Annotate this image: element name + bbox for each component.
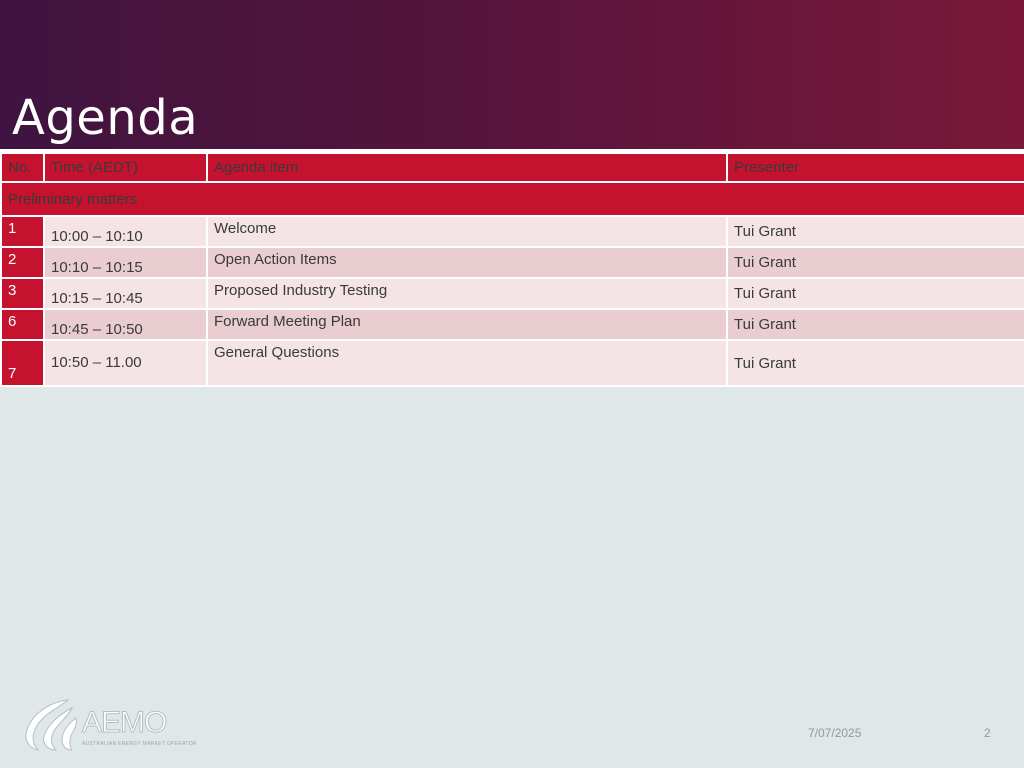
column-header-time: Time (AEDT) [43,152,208,183]
table-row: 6 10:45 – 10:50 Forward Meeting Plan Tui… [0,308,1024,341]
table-row: 3 10:15 – 10:45 Proposed Industry Testin… [0,277,1024,310]
row-presenter: Tui Grant [726,215,1024,248]
table-row: 1 10:00 – 10:10 Welcome Tui Grant [0,215,1024,248]
column-header-agenda-item: Agenda item [206,152,728,183]
agenda-table: No. Time (AEDT) Agenda item Presenter Pr… [0,152,1024,387]
row-time: 10:00 – 10:10 [43,215,208,248]
title-banner: Agenda [0,0,1024,149]
row-number: 3 [0,277,45,310]
row-time: 10:50 – 11.00 [43,339,208,387]
row-agenda-item: Proposed Industry Testing [206,277,728,310]
row-number: 6 [0,308,45,341]
section-label: Preliminary matters [0,181,1024,217]
row-presenter: Tui Grant [726,246,1024,279]
logo-wordmark: AEMO [82,706,168,739]
row-agenda-item: Forward Meeting Plan [206,308,728,341]
footer-date: 7/07/2025 [808,726,862,740]
row-time: 10:15 – 10:45 [43,277,208,310]
row-agenda-item: Open Action Items [206,246,728,279]
row-agenda-item: General Questions [206,339,728,387]
row-agenda-item: Welcome [206,215,728,248]
row-number: 7 [0,339,45,387]
column-header-presenter: Presenter [726,152,1024,183]
table-header-row: No. Time (AEDT) Agenda item Presenter [0,152,1024,183]
swirl-logo-icon [25,699,77,751]
logo-subtitle: AUSTRALIAN ENERGY MARKET OPERATOR [82,741,197,747]
page-title: Agenda [12,90,199,146]
row-time: 10:45 – 10:50 [43,308,208,341]
table-row: 2 10:10 – 10:15 Open Action Items Tui Gr… [0,246,1024,279]
row-presenter: Tui Grant [726,339,1024,387]
aemo-logo: AEMO AUSTRALIAN ENERGY MARKET OPERATOR [22,698,197,752]
page-number: 2 [984,726,991,740]
section-row: Preliminary matters [0,181,1024,217]
row-number: 2 [0,246,45,279]
row-presenter: Tui Grant [726,308,1024,341]
table-row: 7 10:50 – 11.00 General Questions Tui Gr… [0,339,1024,387]
column-header-no: No. [0,152,45,183]
row-presenter: Tui Grant [726,277,1024,310]
row-number: 1 [0,215,45,248]
row-time: 10:10 – 10:15 [43,246,208,279]
